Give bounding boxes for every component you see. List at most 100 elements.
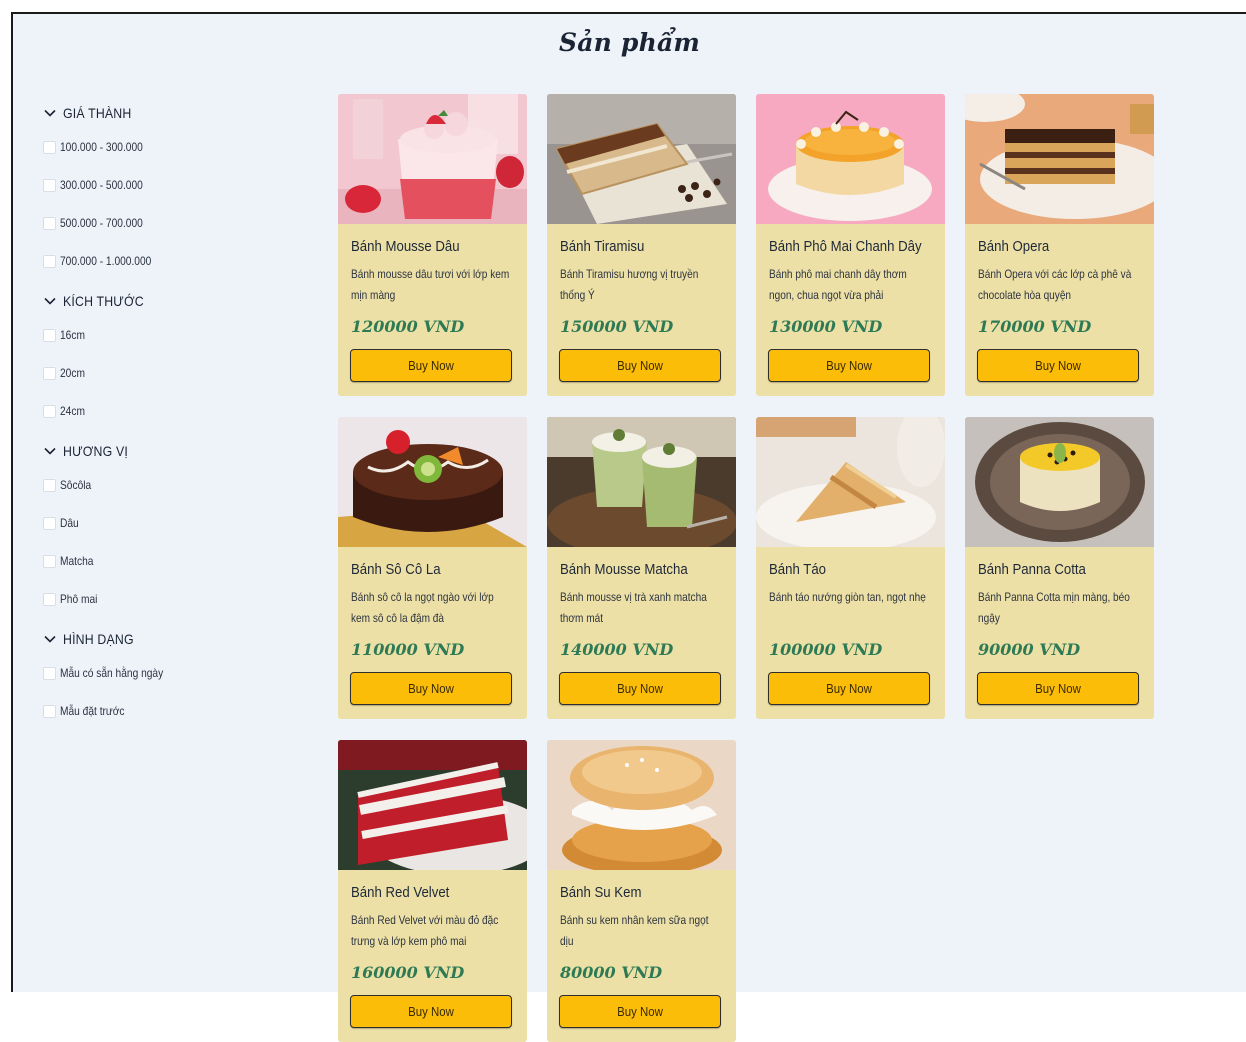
filter-option[interactable]: Matcha	[43, 542, 303, 580]
filter-option[interactable]: 700.000 - 1.000.000	[43, 242, 303, 280]
product-description: Bánh Red Velvet với màu đỏ đặc trưng và …	[351, 913, 499, 948]
product-name[interactable]: Bánh Táo	[769, 561, 912, 581]
buy-now-button[interactable]: Buy Now	[559, 672, 721, 705]
product-grid: Bánh Mousse Dâu Bánh mousse dâu tươi với…	[338, 94, 1154, 1042]
product-image-passionfruit-cheesecake[interactable]	[756, 94, 945, 224]
product-name[interactable]: Bánh Sô Cô La	[351, 561, 494, 581]
product-name[interactable]: Bánh Opera	[978, 238, 1121, 258]
product-description: Bánh phô mai chanh dây thơm ngon, chua n…	[769, 267, 907, 302]
product-name[interactable]: Bánh Red Velvet	[351, 884, 494, 904]
filter-option[interactable]: Phô mai	[43, 580, 303, 618]
filter-group-header[interactable]: HÌNH DẠNG	[43, 628, 303, 650]
filter-group-title: HÌNH DẠNG	[63, 631, 134, 647]
filter-option[interactable]: 500.000 - 700.000	[43, 204, 303, 242]
chevron-down-icon	[44, 635, 56, 643]
checkbox[interactable]	[43, 254, 56, 268]
filter-option[interactable]: Dâu	[43, 504, 303, 542]
filter-option-label: 500.000 - 700.000	[60, 216, 143, 230]
filter-group-size: KÍCH THƯỚC 16cm 20cm 24cm	[43, 290, 303, 430]
filter-group-header[interactable]: KÍCH THƯỚC	[43, 290, 303, 312]
filter-group-header[interactable]: GIÁ THÀNH	[43, 102, 303, 124]
product-price: 130000 VND	[769, 317, 883, 336]
product-image-cream-puff[interactable]	[547, 740, 736, 870]
product-description: Bánh su kem nhân kem sữa ngọt dịu	[560, 913, 709, 948]
product-price: 160000 VND	[351, 963, 465, 982]
product-image-apple-pie[interactable]	[756, 417, 945, 547]
product-description: Bánh mousse vị trà xanh matcha thơm mát	[560, 590, 707, 625]
checkbox[interactable]	[43, 478, 56, 492]
product-image-panna-cotta[interactable]	[965, 417, 1154, 547]
product-name[interactable]: Bánh Tiramisu	[560, 238, 703, 258]
buy-now-button[interactable]: Buy Now	[350, 995, 512, 1028]
product-image-matcha-mousse[interactable]	[547, 417, 736, 547]
buy-now-button[interactable]: Buy Now	[350, 349, 512, 382]
product-description: Bánh Opera với các lớp cà phê và chocola…	[978, 267, 1132, 302]
filter-option[interactable]: 300.000 - 500.000	[43, 166, 303, 204]
product-price: 80000 VND	[560, 963, 663, 982]
filter-group-price: GIÁ THÀNH 100.000 - 300.000 300.000 - 50…	[43, 102, 303, 280]
product-name[interactable]: Bánh Panna Cotta	[978, 561, 1121, 581]
product-image-opera-cake[interactable]	[965, 94, 1154, 224]
buy-now-button[interactable]: Buy Now	[768, 672, 930, 705]
product-description: Bánh Tiramisu hương vị truyền thống Ý	[560, 267, 699, 302]
buy-now-button[interactable]: Buy Now	[977, 349, 1139, 382]
product-image-chocolate-cake[interactable]	[338, 417, 527, 547]
checkbox[interactable]	[43, 704, 56, 718]
chevron-down-icon	[44, 297, 56, 305]
checkbox[interactable]	[43, 140, 56, 154]
chevron-down-icon	[44, 109, 56, 117]
product-card: Bánh Mousse Matcha Bánh mousse vị trà xa…	[547, 417, 736, 719]
filter-option-label: Mẫu đặt trước	[60, 704, 125, 718]
filter-group-flavor: HƯƠNG VỊ Sôcôla Dâu Matcha Phô mai	[43, 440, 303, 618]
filter-option-label: 100.000 - 300.000	[60, 140, 143, 154]
filter-group-header[interactable]: HƯƠNG VỊ	[43, 440, 303, 462]
filter-option-label: Mẫu có sẵn hằng ngày	[60, 666, 164, 680]
page-frame: Sản phẩm GIÁ THÀNH 100.000 - 300.000 300…	[11, 12, 1246, 1042]
buy-now-button[interactable]: Buy Now	[977, 672, 1139, 705]
product-name[interactable]: Bánh Mousse Dâu	[351, 238, 494, 258]
filter-option-label: 16cm	[60, 328, 85, 342]
checkbox[interactable]	[43, 178, 56, 192]
product-image-tiramisu[interactable]	[547, 94, 736, 224]
buy-now-button[interactable]: Buy Now	[350, 672, 512, 705]
product-card: Bánh Sô Cô La Bánh sô cô la ngọt ngào vớ…	[338, 417, 527, 719]
filter-option[interactable]: 16cm	[43, 316, 303, 354]
filter-option[interactable]: 20cm	[43, 354, 303, 392]
product-name[interactable]: Bánh Su Kem	[560, 884, 703, 904]
filter-option[interactable]: 100.000 - 300.000	[43, 128, 303, 166]
product-name[interactable]: Bánh Phô Mai Chanh Dây	[769, 238, 922, 258]
product-card: Bánh Opera Bánh Opera với các lớp cà phê…	[965, 94, 1154, 396]
product-image-strawberry-mousse[interactable]	[338, 94, 527, 224]
filter-option[interactable]: 24cm	[43, 392, 303, 430]
product-image-red-velvet[interactable]	[338, 740, 527, 870]
product-name[interactable]: Bánh Mousse Matcha	[560, 561, 703, 581]
filter-option[interactable]: Sôcôla	[43, 466, 303, 504]
product-card: Bánh Táo Bánh táo nướng giòn tan, ngọt n…	[756, 417, 945, 719]
filter-group-shape: HÌNH DẠNG Mẫu có sẵn hằng ngày Mẫu đặt t…	[43, 628, 303, 730]
product-price: 150000 VND	[560, 317, 674, 336]
buy-now-button[interactable]: Buy Now	[559, 995, 721, 1028]
filter-option-label: Dâu	[60, 516, 79, 530]
checkbox[interactable]	[43, 216, 56, 230]
checkbox[interactable]	[43, 516, 56, 530]
product-price: 100000 VND	[769, 640, 883, 659]
product-card: Bánh Red Velvet Bánh Red Velvet với màu …	[338, 740, 527, 1042]
filter-group-title: KÍCH THƯỚC	[63, 293, 144, 309]
filter-option-label: 700.000 - 1.000.000	[60, 254, 152, 268]
buy-now-button[interactable]: Buy Now	[559, 349, 721, 382]
product-price: 170000 VND	[978, 317, 1092, 336]
buy-now-button[interactable]: Buy Now	[768, 349, 930, 382]
page-title: Sản phẩm	[558, 28, 701, 57]
product-price: 140000 VND	[560, 640, 674, 659]
chevron-down-icon	[44, 447, 56, 455]
checkbox[interactable]	[43, 328, 56, 342]
filter-option[interactable]: Mẫu có sẵn hằng ngày	[43, 654, 303, 692]
product-description: Bánh táo nướng giòn tan, ngọt nhẹ	[769, 590, 926, 604]
checkbox[interactable]	[43, 592, 56, 606]
checkbox[interactable]	[43, 554, 56, 568]
checkbox[interactable]	[43, 366, 56, 380]
checkbox[interactable]	[43, 404, 56, 418]
filter-option[interactable]: Mẫu đặt trước	[43, 692, 303, 730]
filter-sidebar: GIÁ THÀNH 100.000 - 300.000 300.000 - 50…	[43, 102, 303, 740]
checkbox[interactable]	[43, 666, 56, 680]
